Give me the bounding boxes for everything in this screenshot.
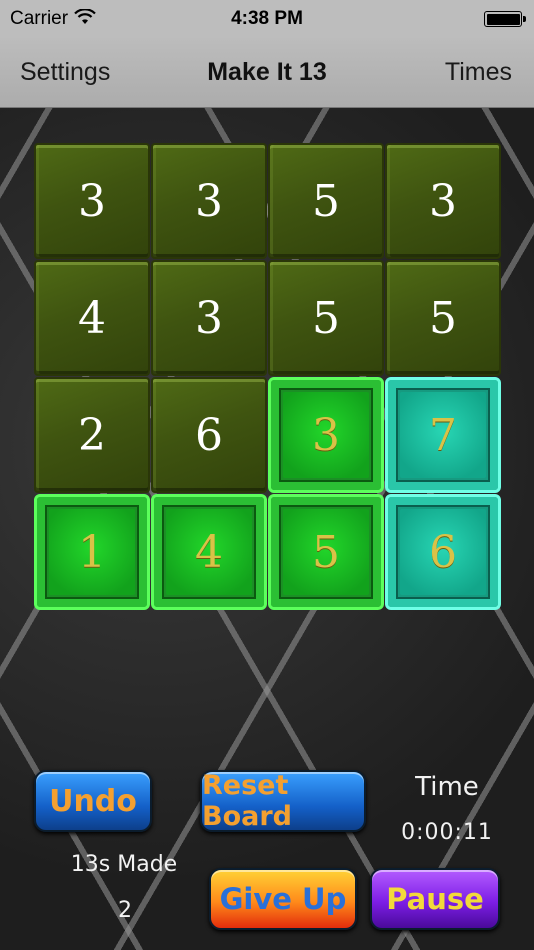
pause-button[interactable]: Pause xyxy=(370,868,500,930)
tile-number: 4 xyxy=(195,526,223,578)
time-label: Time xyxy=(415,772,479,802)
give-up-button[interactable]: Give Up xyxy=(209,868,357,930)
tile[interactable]: 5 xyxy=(268,494,384,610)
tile[interactable]: 7 xyxy=(385,377,501,493)
undo-button[interactable]: Undo xyxy=(34,770,152,832)
tile-number: 6 xyxy=(429,526,457,578)
tile-number: 3 xyxy=(312,409,340,461)
time-value: 0:00:11 xyxy=(401,820,493,845)
times-button[interactable]: Times xyxy=(445,58,512,87)
tile[interactable]: 5 xyxy=(385,260,501,376)
tile[interactable]: 5 xyxy=(268,143,384,259)
tile-number: 5 xyxy=(312,175,340,227)
tile-number: 3 xyxy=(78,175,106,227)
made-count-label: 13s Made xyxy=(70,852,178,877)
tile-grid: 3 3 5 3 4 3 5 5 2 6 3 7 1 4 5 6 xyxy=(34,143,501,610)
made-count-value: 2 xyxy=(118,898,132,923)
battery-icon xyxy=(484,11,526,27)
tile-number: 4 xyxy=(78,292,106,344)
tile-number: 3 xyxy=(429,175,457,227)
tile[interactable]: 2 xyxy=(34,377,150,493)
tile[interactable]: 3 xyxy=(34,143,150,259)
status-time: 4:38 PM xyxy=(231,8,303,29)
tile-number: 6 xyxy=(195,409,223,461)
tile-number: 2 xyxy=(78,409,106,461)
tile[interactable]: 3 xyxy=(151,143,267,259)
tile[interactable]: 1 xyxy=(34,494,150,610)
tile-number: 1 xyxy=(78,526,106,578)
tile-number: 5 xyxy=(312,292,340,344)
tile[interactable]: 3 xyxy=(151,260,267,376)
tile[interactable]: 6 xyxy=(151,377,267,493)
tile[interactable]: 6 xyxy=(385,494,501,610)
tile-number: 7 xyxy=(429,409,457,461)
tile-number: 5 xyxy=(429,292,457,344)
tile[interactable]: 5 xyxy=(268,260,384,376)
status-bar: Carrier 4:38 PM xyxy=(0,0,534,38)
tile[interactable]: 3 xyxy=(268,377,384,493)
tile-number: 3 xyxy=(195,175,223,227)
reset-board-button[interactable]: Reset Board xyxy=(200,770,366,832)
tile[interactable]: 4 xyxy=(151,494,267,610)
tile-number: 5 xyxy=(312,526,340,578)
tile-number: 3 xyxy=(195,292,223,344)
navigation-bar: Settings Make It 13 Times xyxy=(0,38,534,108)
battery-fill xyxy=(486,13,520,25)
tile[interactable]: 3 xyxy=(385,143,501,259)
tile[interactable]: 4 xyxy=(34,260,150,376)
